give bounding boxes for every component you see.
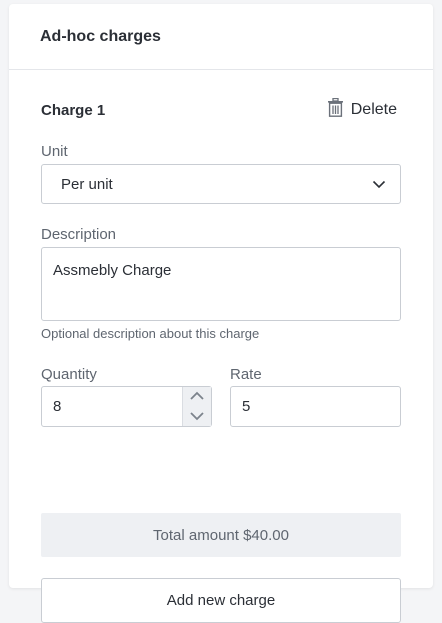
rate-input[interactable]: 5 xyxy=(230,386,401,427)
charge-title: Charge 1 xyxy=(41,101,106,119)
unit-select[interactable]: Per unit xyxy=(41,164,401,204)
add-new-charge-label: Add new charge xyxy=(166,592,276,609)
rate-value: 5 xyxy=(242,398,251,415)
rate-label: Rate xyxy=(230,366,262,383)
quantity-value: 8 xyxy=(53,398,62,415)
quantity-stepper-controls xyxy=(182,387,211,426)
charge-header: Charge 1 Delete xyxy=(41,97,397,122)
quantity-label: Quantity xyxy=(41,366,97,383)
quantity-stepper[interactable]: 8 xyxy=(41,386,212,427)
quantity-increment-button[interactable] xyxy=(183,387,211,407)
ad-hoc-charges-card: Ad-hoc charges Charge 1 Delete Unit Per … xyxy=(9,4,433,623)
description-helper-text: Optional description about this charge xyxy=(41,326,260,341)
trash-icon xyxy=(327,97,344,122)
total-amount: Total amount $40.00 xyxy=(41,513,401,557)
card-header: Ad-hoc charges xyxy=(9,4,433,70)
card-title: Ad-hoc charges xyxy=(40,27,161,45)
chevron-down-icon xyxy=(372,176,386,193)
delete-label: Delete xyxy=(350,101,397,118)
add-new-charge-button[interactable]: Add new charge xyxy=(41,578,401,623)
unit-selected-value: Per unit xyxy=(61,175,113,193)
chevron-down-icon xyxy=(189,408,205,425)
description-textarea[interactable]: Assmebly Charge xyxy=(41,247,401,321)
description-label: Description xyxy=(41,226,117,243)
total-amount-text: Total amount $40.00 xyxy=(153,526,289,544)
chevron-up-icon xyxy=(189,388,205,405)
unit-label: Unit xyxy=(41,143,68,160)
delete-charge-button[interactable]: Delete xyxy=(327,97,397,122)
quantity-decrement-button[interactable] xyxy=(183,407,211,427)
